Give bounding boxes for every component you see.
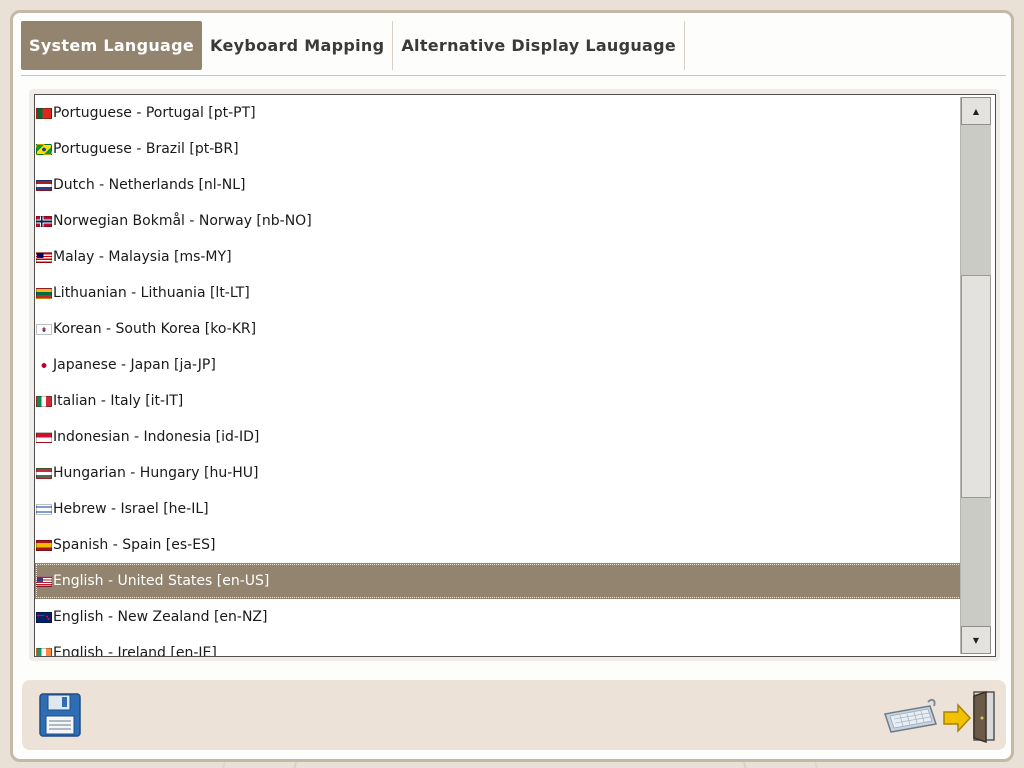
save-button[interactable] [36, 690, 84, 740]
language-list-item[interactable]: Portuguese - Portugal [pt-PT] [35, 95, 964, 131]
language-list-item[interactable]: Japanese - Japan [ja-JP] [35, 347, 964, 383]
flag-it-icon [36, 395, 52, 407]
flag-nz-icon [36, 611, 52, 623]
exit-door-icon [943, 690, 995, 744]
keyboard-icon [884, 698, 937, 733]
language-label: Norwegian Bokmål - Norway [nb-NO] [53, 213, 312, 229]
flag-es-icon [36, 539, 52, 551]
language-list-item[interactable]: Indonesian - Indonesia [id-ID] [35, 419, 964, 455]
language-list-item[interactable]: English - Ireland [en-IE] [35, 635, 964, 657]
scroll-up-button[interactable]: ▲ [961, 97, 991, 125]
footer-toolbar [22, 680, 1006, 750]
tab-alternative-display-language[interactable]: Alternative Display Lauguage [393, 21, 686, 70]
language-list-item[interactable]: Hungarian - Hungary [hu-HU] [35, 455, 964, 491]
language-label: Hungarian - Hungary [hu-HU] [53, 465, 259, 481]
language-list-item[interactable]: Spanish - Spain [es-ES] [35, 527, 964, 563]
tab-bar: System Language Keyboard Mapping Alterna… [21, 21, 686, 70]
language-list-item[interactable]: English - United States [en-US] [35, 563, 964, 599]
language-list-item[interactable]: Lithuanian - Lithuania [lt-LT] [35, 275, 964, 311]
vertical-scrollbar[interactable]: ▲ ▼ [960, 97, 991, 654]
language-label: English - United States [en-US] [53, 573, 270, 589]
keyboard-button[interactable] [882, 694, 940, 736]
flag-my-icon [36, 251, 52, 263]
language-list-item[interactable]: Malay - Malaysia [ms-MY] [35, 239, 964, 275]
language-list-item[interactable]: Norwegian Bokmål - Norway [nb-NO] [35, 203, 964, 239]
scrollbar-thumb[interactable] [961, 275, 991, 498]
language-label: Korean - South Korea [ko-KR] [53, 321, 257, 337]
flag-nl-icon [36, 179, 52, 191]
flag-kr-icon [36, 323, 52, 335]
language-label: Italian - Italy [it-IT] [53, 393, 184, 409]
language-label: English - Ireland [en-IE] [53, 645, 217, 657]
settings-window: System Language Keyboard Mapping Alterna… [10, 10, 1014, 762]
flag-jp-icon [36, 359, 52, 371]
language-label: Portuguese - Brazil [pt-BR] [53, 141, 239, 157]
language-label: Spanish - Spain [es-ES] [53, 537, 216, 553]
flag-id-icon [36, 431, 52, 443]
language-list-item[interactable]: Korean - South Korea [ko-KR] [35, 311, 964, 347]
flag-br-icon [36, 143, 52, 155]
flag-il-icon [36, 503, 52, 515]
flag-no-icon [36, 215, 52, 227]
language-list-item[interactable]: Dutch - Netherlands [nl-NL] [35, 167, 964, 203]
language-list-item[interactable]: English - New Zealand [en-NZ] [35, 599, 964, 635]
scroll-down-button[interactable]: ▼ [961, 626, 991, 654]
floppy-disk-icon [39, 693, 81, 737]
tab-keyboard-mapping[interactable]: Keyboard Mapping [202, 21, 394, 70]
language-rows: Portuguese - Portugal [pt-PT] Portuguese … [35, 95, 964, 657]
flag-lt-icon [36, 287, 52, 299]
language-label: Hebrew - Israel [he-IL] [53, 501, 209, 517]
language-label: English - New Zealand [en-NZ] [53, 609, 268, 625]
language-label: Malay - Malaysia [ms-MY] [53, 249, 232, 265]
language-list-item[interactable]: Hebrew - Israel [he-IL] [35, 491, 964, 527]
language-label: Indonesian - Indonesia [id-ID] [53, 429, 260, 445]
flag-pt-icon [36, 107, 52, 119]
flag-hu-icon [36, 467, 52, 479]
language-list-item[interactable]: Italian - Italy [it-IT] [35, 383, 964, 419]
language-label: Japanese - Japan [ja-JP] [53, 357, 216, 373]
language-list-item[interactable]: Portuguese - Brazil [pt-BR] [35, 131, 964, 167]
exit-button[interactable] [940, 688, 998, 744]
language-label: Lithuanian - Lithuania [lt-LT] [53, 285, 250, 301]
language-label: Dutch - Netherlands [nl-NL] [53, 177, 246, 193]
language-list-panel: Portuguese - Portugal [pt-PT] Portuguese … [29, 89, 1000, 661]
language-list[interactable]: Portuguese - Portugal [pt-PT] Portuguese … [34, 94, 996, 657]
language-label: Portuguese - Portugal [pt-PT] [53, 105, 256, 121]
tab-system-language[interactable]: System Language [21, 21, 203, 70]
flag-us-icon [36, 575, 52, 587]
tab-divider [21, 75, 1006, 76]
flag-ie-icon [36, 647, 52, 656]
